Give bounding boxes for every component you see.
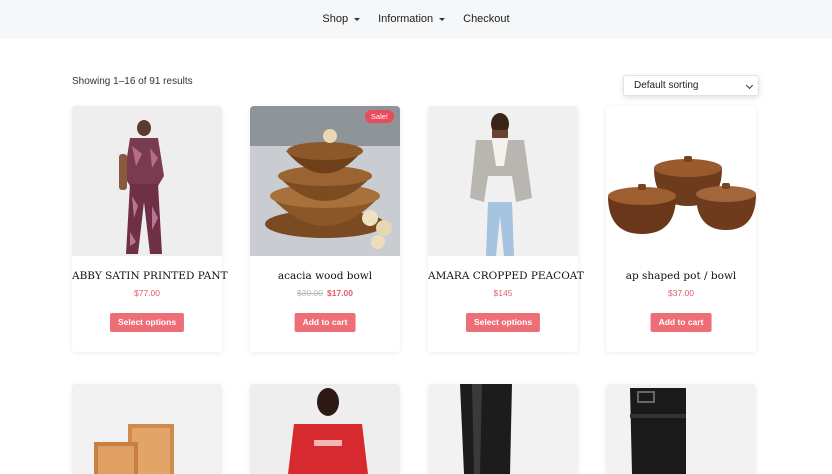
product-image[interactable]: Sale! <box>250 106 400 256</box>
product-image[interactable] <box>606 106 756 256</box>
product-card: Sale! acacia wood bowl $30.00 $17.00 Add … <box>250 106 400 352</box>
product-image[interactable] <box>72 106 222 256</box>
select-options-button[interactable]: Select options <box>109 313 185 332</box>
sort-value: Default sorting <box>634 80 699 91</box>
product-card: AMARA CROPPED PEACOAT $145 Select option… <box>428 106 584 352</box>
nav-item-label: Information <box>378 12 434 25</box>
product-image[interactable] <box>428 384 578 474</box>
result-count: Showing 1–16 of 91 results <box>72 76 193 87</box>
product-title[interactable]: acacia wood bowl <box>250 270 400 282</box>
caret-down-icon <box>439 17 446 21</box>
product-title[interactable]: ABBY SATIN PRINTED PANT <box>72 270 228 282</box>
site-header: Shop Information Checkout <box>0 0 832 38</box>
product-card: ap shaped pot / bowl $37.00 Add to cart <box>606 106 756 352</box>
nav-item-information[interactable]: Information <box>378 12 446 25</box>
nav-item-checkout[interactable]: Checkout <box>463 13 509 25</box>
product-title[interactable]: AMARA CROPPED PEACOAT <box>428 270 584 282</box>
product-price: $37.00 <box>606 288 756 298</box>
product-price: $77.00 <box>72 288 222 298</box>
product-image[interactable] <box>72 384 222 474</box>
product-card <box>606 384 756 474</box>
select-options-button[interactable]: Select options <box>465 313 541 332</box>
product-card <box>250 384 400 474</box>
price-value: $37.00 <box>668 288 694 298</box>
chevron-down-icon <box>745 81 754 90</box>
price-value: $77.00 <box>134 288 160 298</box>
add-to-cart-button[interactable]: Add to cart <box>650 313 712 332</box>
nav-item-label: Checkout <box>463 12 510 25</box>
product-title[interactable]: ap shaped pot / bowl <box>606 270 756 282</box>
nav-item-label: Shop <box>322 12 349 25</box>
product-price: $30.00 $17.00 <box>250 288 400 298</box>
sort-select[interactable]: Default sorting <box>623 75 759 96</box>
caret-down-icon <box>354 17 361 21</box>
product-image[interactable] <box>250 384 400 474</box>
sale-price: $17.00 <box>327 288 353 298</box>
product-card <box>428 384 578 474</box>
price-value: $145 <box>493 288 513 298</box>
product-card: ABBY SATIN PRINTED PANT $77.00 Select op… <box>72 106 228 352</box>
product-card <box>72 384 222 474</box>
add-to-cart-button[interactable]: Add to cart <box>294 313 356 332</box>
old-price: $30.00 <box>297 288 323 298</box>
nav-item-shop[interactable]: Shop <box>322 12 361 25</box>
main-nav: Shop Information Checkout <box>0 0 832 37</box>
product-image[interactable] <box>606 384 756 474</box>
product-image[interactable] <box>428 106 578 256</box>
sale-badge: Sale! <box>364 110 394 123</box>
product-price: $145 <box>428 288 578 298</box>
